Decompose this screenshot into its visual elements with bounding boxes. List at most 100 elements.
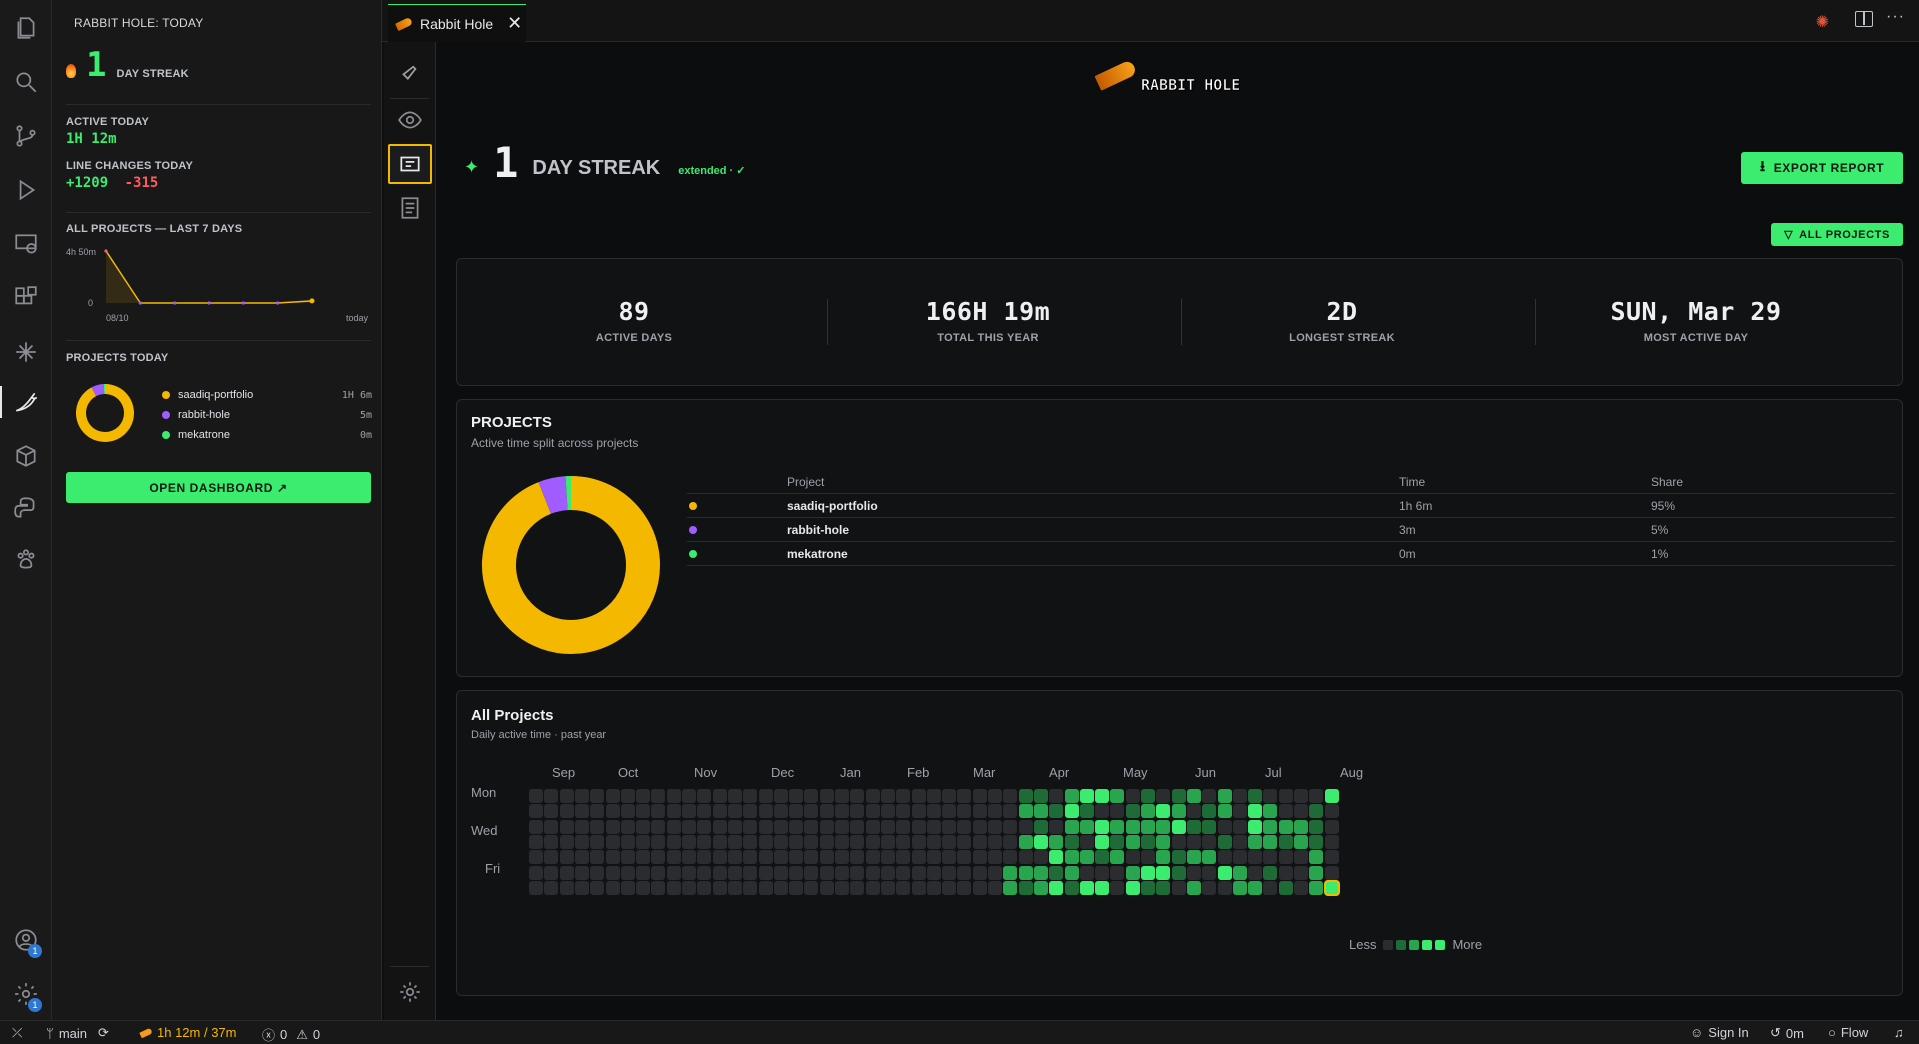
heatmap-cell[interactable] [1125,850,1140,865]
heatmap-cell[interactable] [1125,880,1140,895]
heatmap-cell[interactable] [651,804,666,819]
heatmap-cell[interactable] [559,789,574,803]
branch-indicator[interactable]: ᛘ main ⟳ [46,1025,109,1041]
heatmap-cell[interactable] [1064,850,1079,865]
heatmap-cell[interactable] [727,834,742,849]
heatmap-cell[interactable] [835,834,849,849]
heatmap-cell[interactable] [559,865,574,880]
heatmap-cell[interactable] [1095,880,1110,895]
heatmap-cell[interactable] [850,789,865,803]
heatmap-cell[interactable] [743,865,758,880]
heatmap-cell[interactable] [1171,819,1186,834]
heatmap-cell[interactable] [1033,850,1048,865]
heatmap-cell[interactable] [773,865,788,880]
heatmap-cell[interactable] [758,804,773,819]
heatmap-cell[interactable] [1278,819,1293,834]
heatmap-cell[interactable] [651,819,666,834]
heatmap-cell[interactable] [926,834,941,849]
heatmap-cell[interactable] [1079,865,1094,880]
heatmap-cell[interactable] [880,865,895,880]
heatmap-cell[interactable] [865,850,880,865]
heatmap-cell[interactable] [559,834,574,849]
heatmap-cell[interactable] [988,834,1002,849]
heatmap-cell[interactable] [1079,880,1094,895]
heatmap-cell[interactable] [819,850,834,865]
heatmap-cell[interactable] [988,850,1002,865]
heatmap-cell[interactable] [620,865,635,880]
heatmap-cell[interactable] [697,804,712,819]
heatmap-cell[interactable] [896,850,911,865]
heatmap-cell[interactable] [896,880,911,895]
heatmap-cell[interactable] [1156,850,1171,865]
heatmap-cell[interactable] [559,819,574,834]
heatmap-cell[interactable] [712,819,727,834]
heatmap-cell[interactable] [1141,850,1155,865]
heatmap-cell[interactable] [1095,819,1110,834]
heatmap-cell[interactable] [1110,880,1125,895]
heatmap-cell[interactable] [1324,865,1339,880]
heatmap-cell[interactable] [1171,865,1186,880]
heatmap-cell[interactable] [1186,880,1201,895]
heatmap-cell[interactable] [651,834,666,849]
heatmap-cell[interactable] [1079,834,1094,849]
heatmap-cell[interactable] [835,880,849,895]
heatmap-cell[interactable] [773,804,788,819]
heatmap-cell[interactable] [865,804,880,819]
heatmap-cell[interactable] [727,804,742,819]
heatmap-cell[interactable] [865,789,880,803]
heatmap-cell[interactable] [773,850,788,865]
heatmap-cell[interactable] [1263,804,1278,819]
heatmap-cell[interactable] [804,789,819,803]
heatmap-cell[interactable] [1125,789,1140,803]
heatmap-cell[interactable] [1217,804,1232,819]
heatmap-cell[interactable] [972,850,987,865]
heatmap-cell[interactable] [1095,804,1110,819]
heatmap-cell[interactable] [1248,850,1263,865]
heatmap-cell[interactable] [620,789,635,803]
problems-indicator[interactable]: ⓧ 0 ⚠ 0 [262,1025,320,1044]
heatmap-cell[interactable] [1064,834,1079,849]
heatmap-cell[interactable] [911,865,926,880]
remote-icon[interactable]: ⤫ [12,1025,22,1041]
heatmap-cell[interactable] [1141,865,1155,880]
heatmap-cell[interactable] [1064,880,1079,895]
heatmap-cell[interactable] [529,789,543,803]
heatmap-cell[interactable] [957,819,972,834]
heatmap-cell[interactable] [1232,804,1247,819]
heatmap-cell[interactable] [1171,834,1186,849]
heatmap-cell[interactable] [1263,819,1278,834]
heatmap-cell[interactable] [819,789,834,803]
heatmap-cell[interactable] [1018,834,1033,849]
heatmap-cell[interactable] [1003,865,1018,880]
heatmap-cell[interactable] [1324,834,1339,849]
heatmap-cell[interactable] [957,789,972,803]
heatmap-cell[interactable] [835,819,849,834]
heatmap-cell[interactable] [1125,804,1140,819]
heatmap-cell[interactable] [1079,819,1094,834]
heatmap-cell[interactable] [712,804,727,819]
heatmap-cell[interactable] [1248,819,1263,834]
heatmap-cell[interactable] [1141,880,1155,895]
heatmap-cell[interactable] [743,789,758,803]
heatmap-cell[interactable] [1309,850,1324,865]
heatmap-cell[interactable] [850,880,865,895]
heatmap-cell[interactable] [1003,789,1018,803]
heatmap-cell[interactable] [972,804,987,819]
heatmap-cell[interactable] [1232,789,1247,803]
heatmap-cell[interactable] [1324,789,1339,803]
heatmap-cell[interactable] [1186,834,1201,849]
heatmap-cell[interactable] [651,850,666,865]
heatmap-cell[interactable] [727,789,742,803]
heatmap-cell[interactable] [758,789,773,803]
heatmap-cell[interactable] [666,804,681,819]
heatmap-cell[interactable] [574,850,589,865]
heatmap-cell[interactable] [1263,850,1278,865]
claude-spark-icon[interactable]: ✺ [1816,12,1829,32]
heatmap-cell[interactable] [697,880,712,895]
heatmap-cell[interactable] [911,850,926,865]
heatmap-cell[interactable] [789,834,804,849]
heatmap-cell[interactable] [544,865,559,880]
heatmap-cell[interactable] [1125,819,1140,834]
heatmap-cell[interactable] [1079,789,1094,803]
heatmap-cell[interactable] [1049,865,1064,880]
